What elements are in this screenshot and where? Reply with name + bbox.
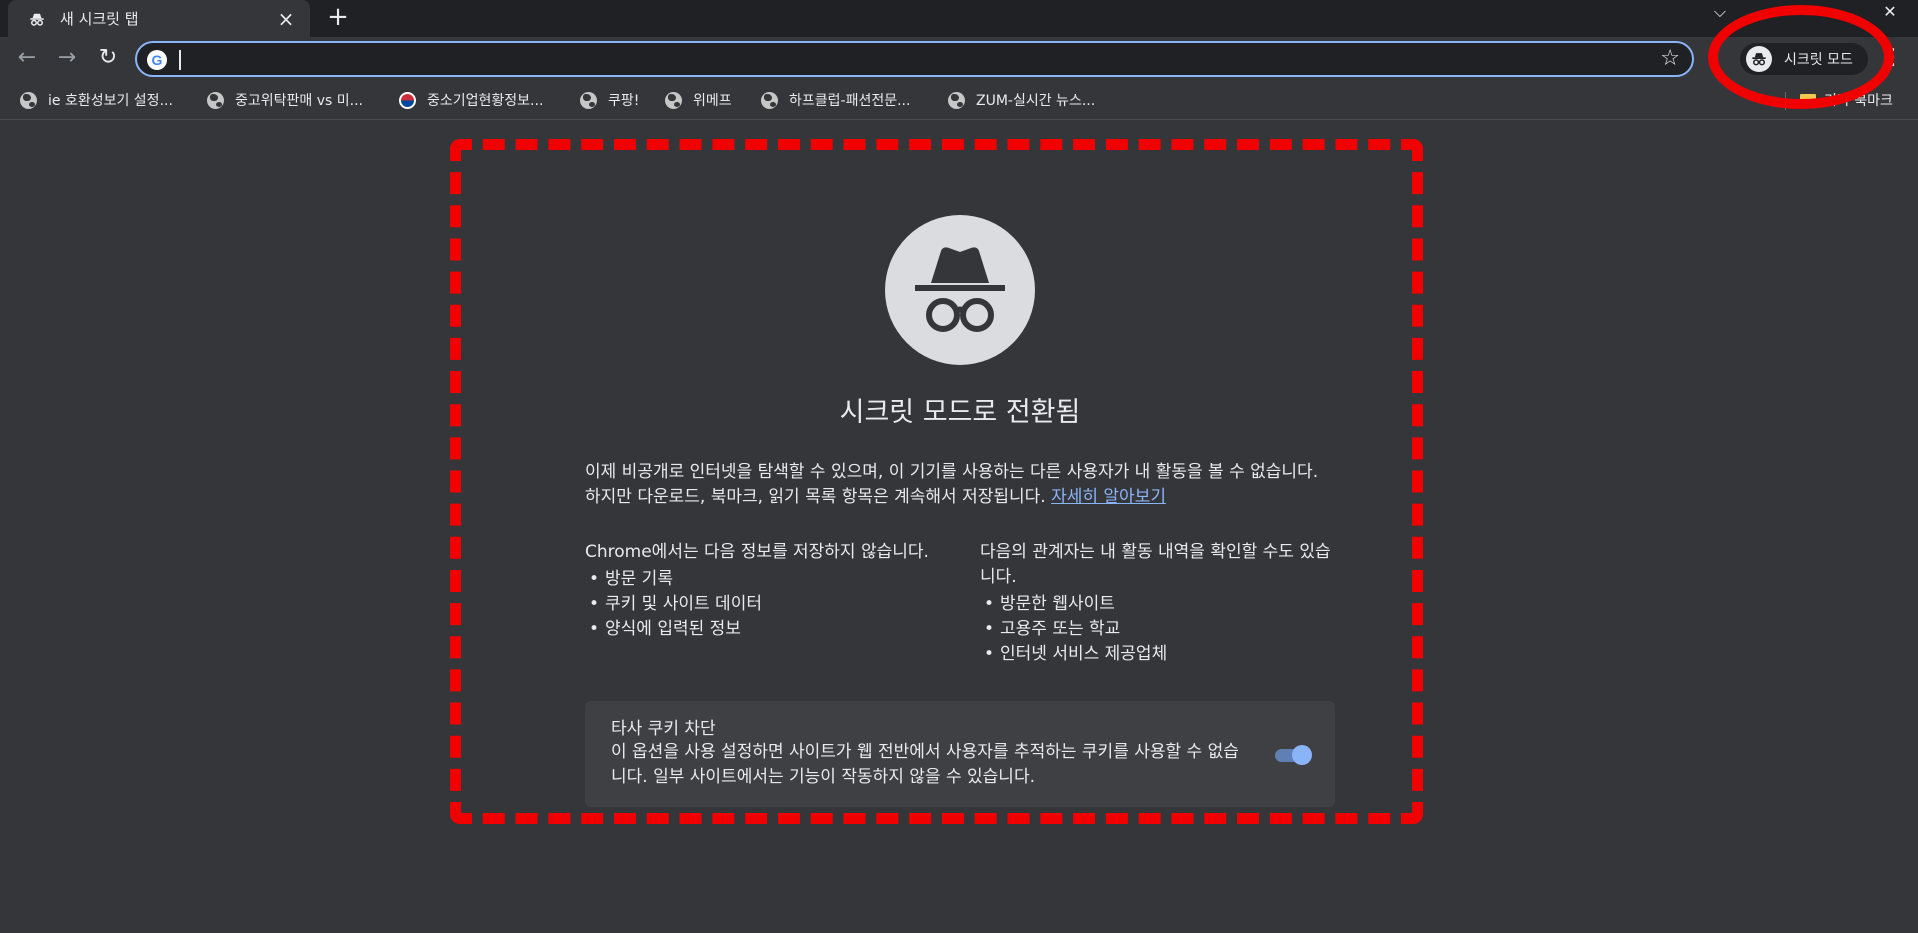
bookmark-item[interactable]: 쿠팡! <box>580 88 639 112</box>
page-title: 시크릿 모드로 전환됨 <box>839 397 1081 428</box>
bookmark-item[interactable]: ie 호환성보기 설정... <box>20 88 173 112</box>
globe-icon <box>665 91 682 109</box>
annotation-circle <box>1708 5 1894 109</box>
toggle-knob <box>1292 745 1312 765</box>
back-button[interactable]: ← <box>13 45 41 73</box>
visible-to-section: 다음의 관계자는 내 활동 내역을 확인할 수도 있습니다. 방문한 웹사이트 … <box>980 540 1335 667</box>
globe-icon <box>580 91 597 109</box>
list-item: 방문 기록 <box>585 567 940 592</box>
learn-more-link[interactable]: 자세히 알아보기 <box>1051 487 1166 507</box>
toolbar: ← → ↻ G ☆ 시크릿 모드 ⋮ <box>0 37 1918 80</box>
bookmark-label: 하프클럽-패션전문... <box>789 93 911 109</box>
not-saved-heading: Chrome에서는 다음 정보를 저장하지 않습니다. <box>585 542 929 562</box>
tab-new-incognito[interactable]: 새 시크릿 탭 × <box>8 0 310 37</box>
globe-icon <box>207 91 224 109</box>
visible-to-heading: 다음의 관계자는 내 활동 내역을 확인할 수도 있습니다. <box>980 542 1331 587</box>
list-item: 양식에 입력된 정보 <box>585 617 940 642</box>
bookmark-item[interactable]: 중소기업현황정보... <box>399 88 543 112</box>
address-bar[interactable]: G ☆ <box>135 41 1694 77</box>
google-icon: G <box>147 50 167 70</box>
block-cookies-toggle[interactable] <box>1273 745 1313 765</box>
list-item: 방문한 웹사이트 <box>980 592 1335 617</box>
bookmark-item[interactable]: 하프클럽-패션전문... <box>761 88 910 112</box>
third-party-cookie-card: 타사 쿠키 차단 이 옵션을 사용 설정하면 사이트가 웹 전반에서 사용자를 … <box>585 701 1335 807</box>
bookmark-item[interactable]: ZUM-실시간 뉴스... <box>948 88 1095 112</box>
korea-flag-icon <box>399 91 416 109</box>
intro-paragraph: 이제 비공개로 인터넷을 탐색할 수 있으며, 이 기기를 사용하는 다른 사용… <box>585 462 1319 507</box>
forward-button[interactable]: → <box>53 45 81 73</box>
title-bar: 새 시크릿 탭 × + ⌵ — ✕ <box>0 0 1918 37</box>
incognito-logo-icon <box>885 215 1035 365</box>
list-item: 인터넷 서비스 제공업체 <box>980 642 1335 667</box>
bookmark-label: 중소기업현황정보... <box>427 93 544 109</box>
tab-title: 새 시크릿 탭 <box>60 10 139 28</box>
incognito-icon <box>30 13 44 26</box>
cookie-card-title: 타사 쿠키 차단 <box>611 719 716 739</box>
bookmark-star-icon[interactable]: ☆ <box>1660 46 1680 71</box>
bookmark-label: 위메프 <box>693 93 732 109</box>
new-tab-button[interactable]: + <box>322 2 354 34</box>
globe-icon <box>948 91 965 109</box>
bookmark-label: 중고위탁판매 vs 미... <box>235 93 363 109</box>
not-saved-section: Chrome에서는 다음 정보를 저장하지 않습니다. 방문 기록 쿠키 및 사… <box>585 540 940 642</box>
reload-button[interactable]: ↻ <box>94 45 122 73</box>
tab-close-button[interactable]: × <box>274 7 298 31</box>
bookmarks-bar: ie 호환성보기 설정... 중고위탁판매 vs 미... 중소기업현황정보..… <box>0 80 1918 120</box>
bookmark-item[interactable]: 위메프 <box>665 88 732 112</box>
bookmark-label: ie 호환성보기 설정... <box>48 93 173 109</box>
cookie-card-description: 이 옵션을 사용 설정하면 사이트가 웹 전반에서 사용자를 추적하는 쿠키를 … <box>611 742 1239 787</box>
globe-icon <box>761 91 778 109</box>
bookmark-label: 쿠팡! <box>608 93 640 109</box>
globe-icon <box>20 91 37 109</box>
address-input[interactable] <box>181 47 1641 73</box>
close-window-button[interactable]: ✕ <box>1870 0 1910 26</box>
intro-text: 이제 비공개로 인터넷을 탐색할 수 있으며, 이 기기를 사용하는 다른 사용… <box>585 460 1330 510</box>
list-item: 쿠키 및 사이트 데이터 <box>585 592 940 617</box>
bookmark-item[interactable]: 중고위탁판매 vs 미... <box>207 88 363 112</box>
list-item: 고용주 또는 학교 <box>980 617 1335 642</box>
bookmark-label: ZUM-실시간 뉴스... <box>976 93 1096 109</box>
